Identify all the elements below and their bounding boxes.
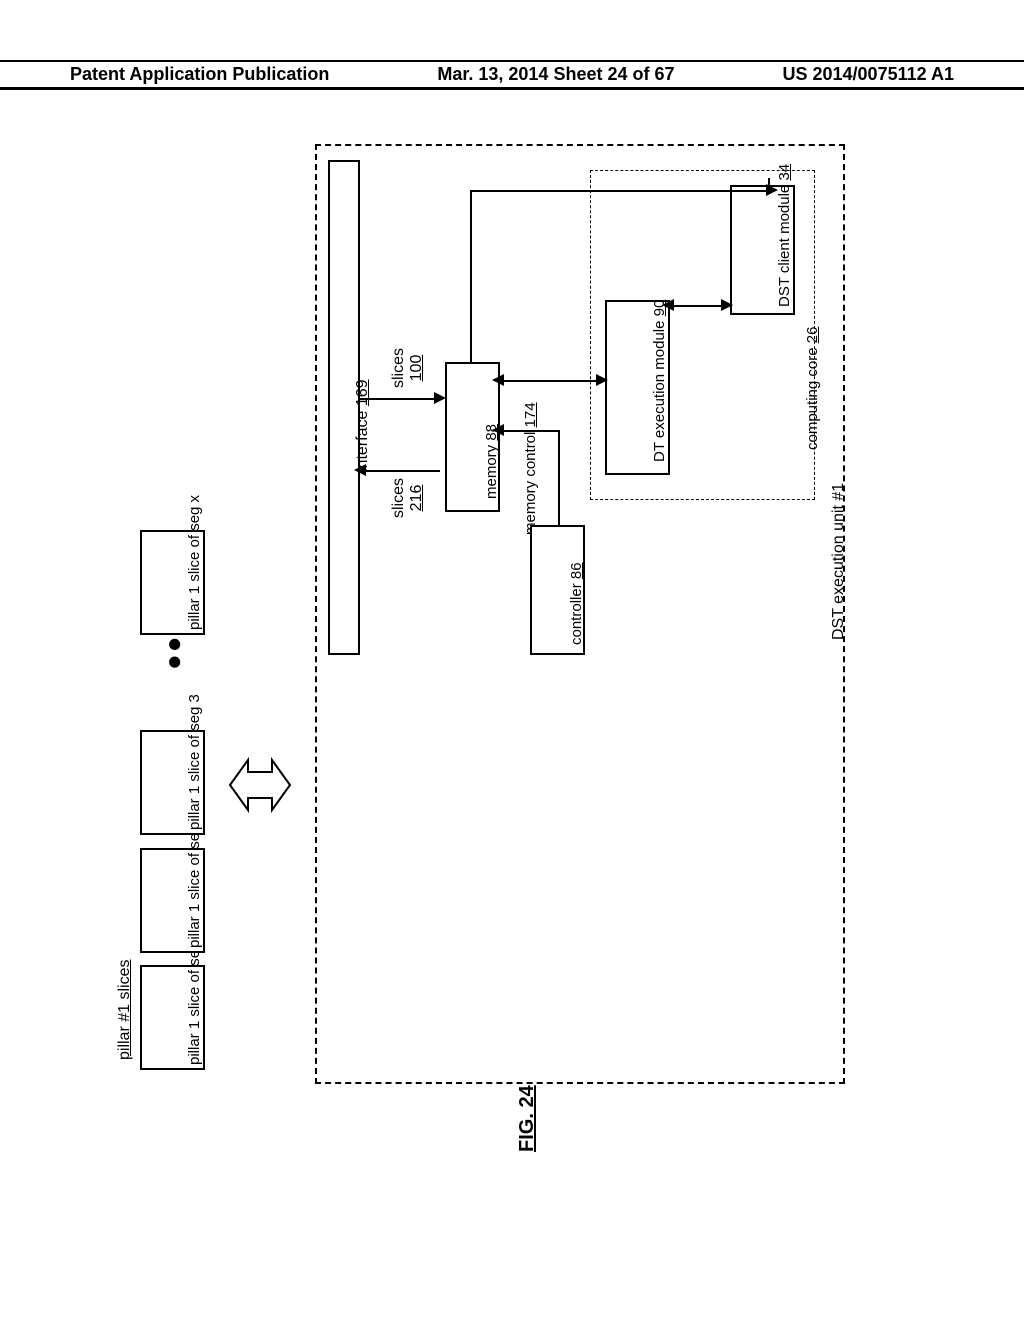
interface-label: interface 169 — [354, 379, 372, 472]
pillar-title: pillar #1 slices — [116, 960, 134, 1060]
arrow-dt-client — [670, 305, 725, 307]
arrow-dt-client-l — [662, 299, 674, 311]
slices-in-label: slices 100 — [390, 348, 426, 388]
header-left: Patent Application Publication — [70, 64, 329, 85]
memory-label: memory — [483, 445, 500, 499]
arrow-dt-client-r — [721, 299, 733, 311]
header-center: Mar. 13, 2014 Sheet 24 of 67 — [437, 64, 674, 85]
controller-box: controller 86 — [530, 525, 585, 655]
header-right: US 2014/0075112 A1 — [783, 64, 954, 85]
pillar-box-x: pillar 1 slice of seg x — [140, 530, 205, 635]
arrow-slices-in — [360, 398, 438, 400]
controller-label: controller — [568, 583, 585, 645]
arrow-slices-out-head — [354, 464, 366, 476]
pillar-box-x-label: pillar 1 slice of seg x — [186, 495, 203, 630]
pillar-box-1: pillar 1 slice of seg 1 — [140, 965, 205, 1070]
dst-client-num: 34 — [776, 164, 793, 181]
arrow-long-h — [470, 190, 770, 192]
dt-execution-box: DT execution module 90 — [605, 300, 670, 475]
computing-core-label: computing core 26 — [804, 327, 821, 450]
dst-client-label: DST client module — [776, 185, 793, 307]
arrow-slices-out — [362, 470, 440, 472]
dst-client-box: DST client module 34 — [730, 185, 795, 315]
memory-control-label: memory control 174 — [522, 402, 539, 535]
page-header: Patent Application Publication Mar. 13, … — [0, 60, 1024, 90]
arrow-long-head2 — [766, 184, 778, 196]
pillar-box-3: pillar 1 slice of seg 3 — [140, 730, 205, 835]
arrow-memctrl-head — [492, 424, 504, 436]
figure-label: FIG. 24 — [516, 1085, 539, 1152]
pillar-box-3-label: pillar 1 slice of seg 3 — [186, 694, 203, 830]
arrow-mem-dt — [500, 380, 600, 382]
double-arrow-icon — [220, 730, 300, 840]
dst-unit-label: DST execution unit #1 — [830, 483, 848, 640]
arrow-mem-dt-head-r — [596, 374, 608, 386]
arrow-mem-dt-head-l — [492, 374, 504, 386]
slices-out-label: slices 216 — [390, 478, 426, 518]
interface-box: interface 169 — [328, 160, 360, 655]
arrow-memctrl-v — [558, 430, 560, 526]
arrow-long-v — [470, 190, 472, 362]
controller-num: 86 — [568, 562, 585, 579]
figure-content: pillar #1 slices pillar 1 slice of seg 1… — [110, 130, 910, 1180]
pillar-box-2: pillar 1 slice of seg 2 — [140, 848, 205, 953]
dt-exec-label: DT execution module — [651, 321, 668, 462]
